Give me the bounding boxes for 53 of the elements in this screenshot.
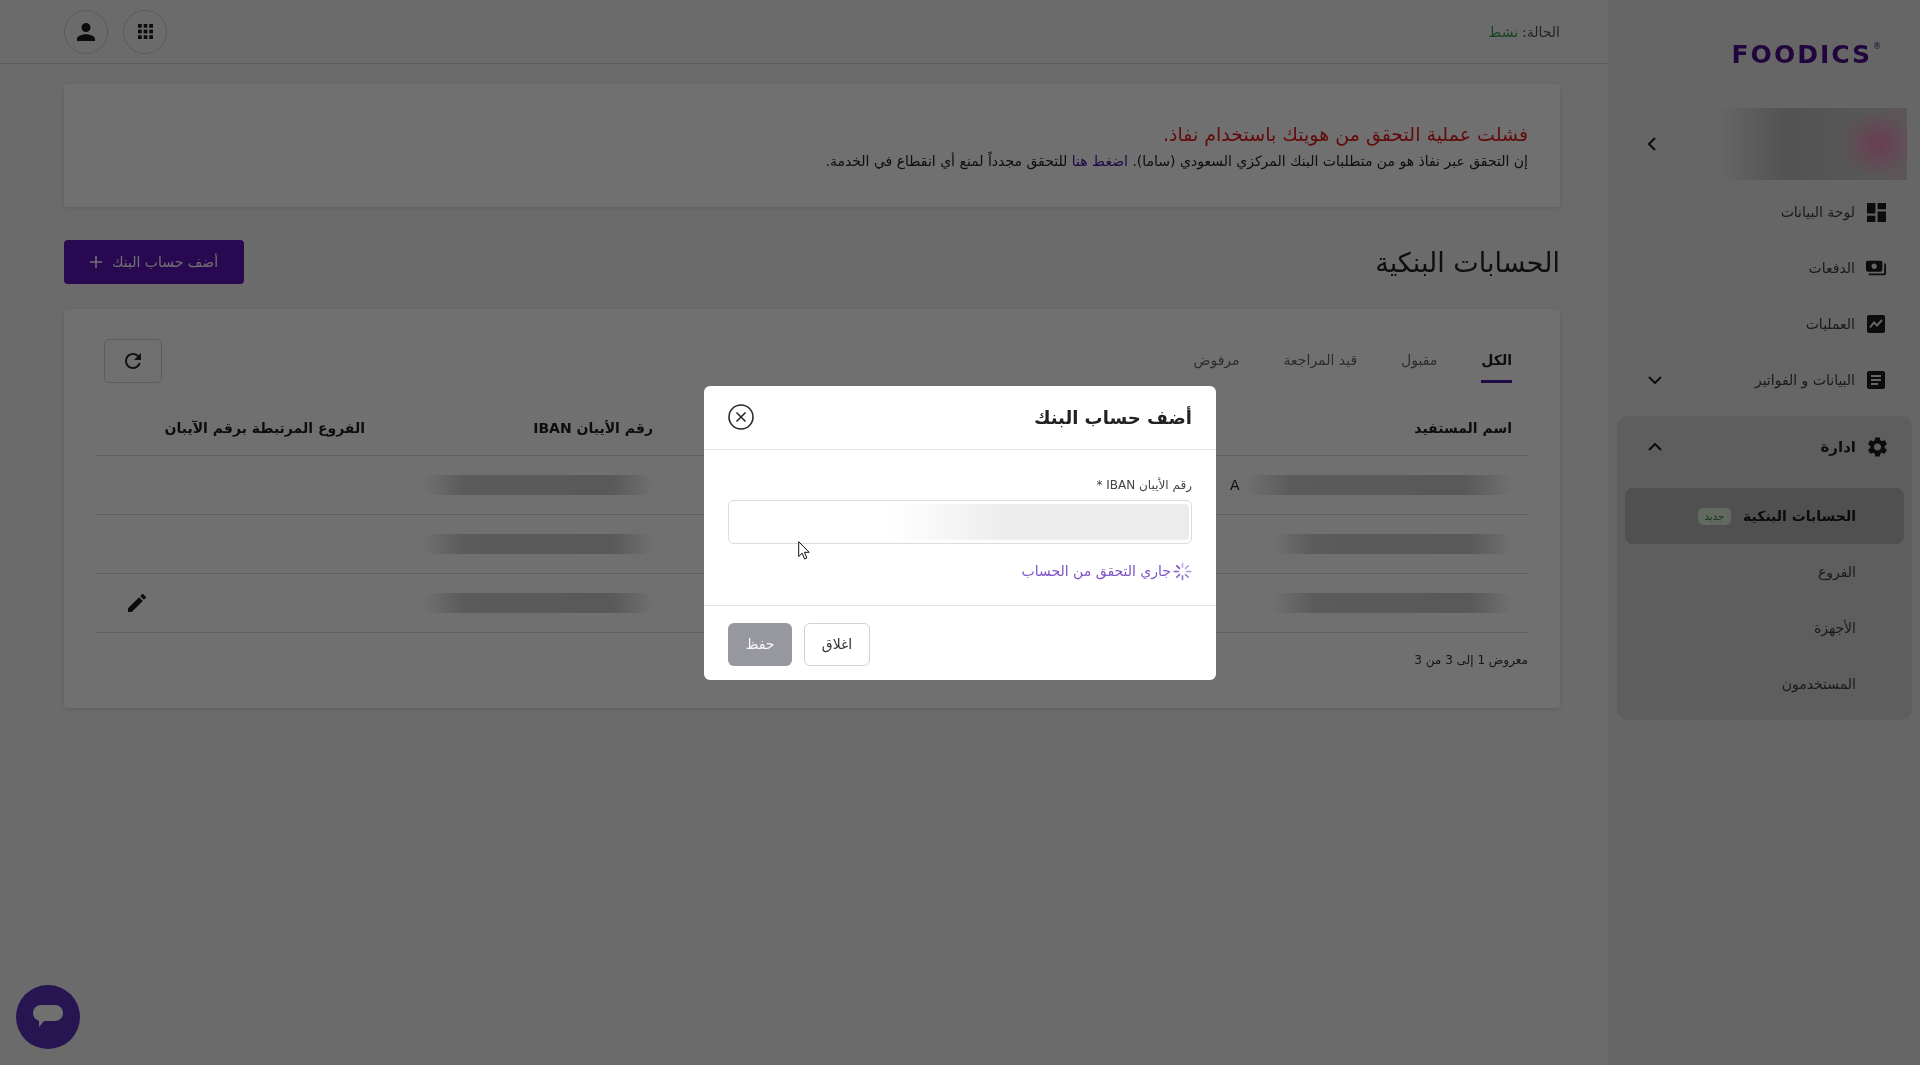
filter-tab[interactable]: الكل	[1481, 339, 1512, 383]
nav-item[interactable]: العمليات	[1805, 315, 1886, 333]
apps-button[interactable]	[123, 9, 167, 54]
status-value: نشط	[1488, 23, 1519, 40]
nav-subitem[interactable]: الحسابات البنكية جديد	[1625, 488, 1904, 544]
column-header: الفروع المرتبطة برقم الآيبان	[164, 419, 365, 436]
avatar-button[interactable]	[64, 9, 108, 54]
filter-tab[interactable]: قيد المراجعة	[1283, 339, 1358, 383]
close-button[interactable]: اغلاق	[804, 622, 870, 666]
dashboard-icon	[1866, 202, 1886, 222]
person-icon	[77, 22, 95, 41]
pencil-icon[interactable]	[128, 594, 146, 612]
chevron-up-icon[interactable]	[1648, 443, 1662, 451]
field-label: رقم الأيبان IBAN *	[1096, 477, 1192, 492]
filter-tab[interactable]: مقبول	[1401, 339, 1438, 383]
gear-icon	[1867, 437, 1887, 457]
banknote-icon	[1866, 260, 1886, 276]
cell-text: A	[1230, 477, 1240, 493]
verify-link[interactable]: اضغط هنا	[1071, 152, 1128, 169]
refresh-button[interactable]	[104, 339, 162, 383]
close-icon[interactable]	[728, 404, 754, 430]
status-label: الحالة:	[1522, 23, 1560, 40]
grid-icon	[137, 24, 153, 39]
column-header: رقم الأيبان IBAN	[533, 419, 653, 436]
nav-subitem[interactable]: المستخدمون	[1781, 656, 1856, 712]
chevron-down-icon[interactable]	[1648, 376, 1662, 384]
nav-item[interactable]: ادارة	[1820, 437, 1887, 457]
status-text: جاري التحقق من الحساب	[1021, 563, 1171, 579]
new-badge: جديد	[1697, 507, 1732, 525]
filter-tab[interactable]: مرفوض	[1193, 339, 1240, 383]
line-chart-icon	[1867, 315, 1885, 333]
nav-item[interactable]: لوحة البيانات	[1780, 202, 1886, 222]
chat-bubble-icon	[33, 1005, 63, 1029]
registered-mark: ®	[1873, 41, 1883, 51]
nav-subitem[interactable]: الأجهزة	[1813, 600, 1856, 656]
chevron-left-icon[interactable]	[1648, 137, 1656, 151]
logo: FOODICS	[1731, 39, 1872, 69]
alert-message: إن التحقق عبر نفاذ هو من متطلبات البنك المركزي السعودي (ساما). اضغط هنا للتحقق مجدداً لمنع أي انقطاع في الخدمة.	[825, 152, 1528, 169]
nav-subitem[interactable]: الفروع	[1817, 544, 1856, 600]
dialog-title: أضف حساب البنك	[1033, 406, 1192, 428]
page-title: الحسابات البنكية	[1375, 246, 1560, 278]
iban-field[interactable]	[728, 499, 1192, 544]
alert-title: فشلت عملية التحقق من هويتك باستخدام نفاذ.	[1163, 122, 1528, 145]
refresh-icon	[125, 353, 141, 369]
nav-item[interactable]: الدفعات	[1808, 260, 1886, 276]
document-icon	[1867, 371, 1885, 389]
add-bank-account-button[interactable]: أضف حساب البنك	[64, 240, 244, 284]
mouse-pointer-icon	[798, 540, 810, 560]
nav-item[interactable]: البيانات و الفواتير	[1754, 371, 1886, 389]
spinner-icon	[1173, 561, 1192, 581]
column-header: اسم المستفيد	[1414, 419, 1512, 436]
plus-icon	[89, 256, 102, 268]
pagination-info: معروض 1 إلى 3 من 3	[1414, 653, 1528, 667]
